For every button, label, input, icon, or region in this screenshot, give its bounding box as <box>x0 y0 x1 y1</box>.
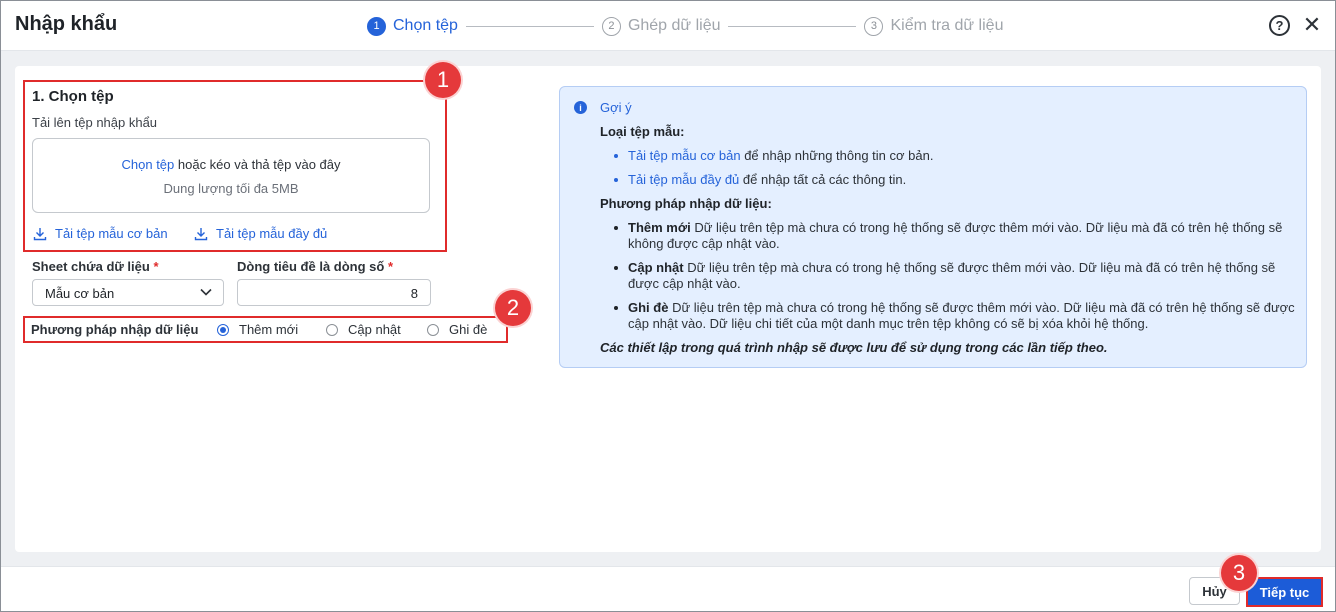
method-desc: Dữ liệu trên tệp mà chưa có trong hệ thố… <box>628 300 1295 331</box>
download-basic-template-link[interactable]: Tải tệp mẫu cơ bản <box>33 226 168 241</box>
chevron-down-icon <box>200 288 212 296</box>
dialog-title: Nhập khẩu <box>15 13 118 35</box>
sheet-select[interactable]: Mẫu cơ bản <box>32 279 224 306</box>
dialog-footer <box>1 566 1335 611</box>
radio-label: Thêm mới <box>239 322 299 337</box>
section-subtitle: Tải lên tệp nhập khẩu <box>32 115 158 130</box>
dialog-header: Nhập khẩu 1 Chọn tệp 2 Ghép dữ liệu 3 Ki… <box>1 1 1335 51</box>
method-term: Cập nhật <box>628 260 684 275</box>
step-choose-file: 1 Chọn tệp <box>367 16 458 36</box>
question-circle-icon[interactable]: ? <box>1269 15 1290 36</box>
download-basic-label: Tải tệp mẫu cơ bản <box>55 226 168 241</box>
template-heading: Loại tệp mẫu: <box>600 124 685 139</box>
hint-note: Các thiết lập trong quá trình nhập sẽ đư… <box>600 340 1108 355</box>
stepper: 1 Chọn tệp 2 Ghép dữ liệu 3 Kiểm tra dữ … <box>367 14 1003 38</box>
hint-method-item: Cập nhật Dữ liệu trên tệp mà chưa có tro… <box>628 260 1298 292</box>
step-label: Kiểm tra dữ liệu <box>890 17 1004 34</box>
import-method-label: Phương pháp nhập dữ liệu <box>31 322 199 337</box>
list-bullet <box>614 266 618 270</box>
sheet-label-text: Sheet chứa dữ liệu <box>32 259 150 274</box>
radio-overwrite[interactable]: Ghi đè <box>427 322 487 337</box>
annotation-badge-2: 2 <box>495 290 531 326</box>
radio-add-new[interactable]: Thêm mới <box>217 322 298 337</box>
section-title: 1. Chọn tệp <box>32 88 114 105</box>
hint-title: Gợi ý <box>600 100 632 115</box>
step-connector <box>465 25 594 27</box>
header-row-label-text: Dòng tiêu đề là dòng số <box>237 259 385 274</box>
list-bullet <box>614 178 618 182</box>
step-label: Chọn tệp <box>393 17 458 34</box>
method-desc: Dữ liệu trên tệp mà chưa có trong hệ thố… <box>628 260 1276 291</box>
annotation-badge-1: 1 <box>425 62 461 98</box>
header-row-input[interactable]: 8 <box>237 279 431 306</box>
sheet-select-value: Mẫu cơ bản <box>45 286 115 301</box>
dropzone-limit: Dung lượng tối đa 5MB <box>163 181 299 196</box>
step-number: 1 <box>367 16 386 36</box>
header-row-label: Dòng tiêu đề là dòng số * <box>237 259 393 274</box>
step-label: Ghép dữ liệu <box>627 17 721 34</box>
dropzone-text: hoặc kéo và thả tệp vào đây <box>174 157 341 172</box>
step-map-data: 2 Ghép dữ liệu <box>601 16 721 36</box>
required-mark: * <box>387 259 394 274</box>
choose-file-link[interactable]: Chọn tệp <box>122 157 175 172</box>
step-check-data: 3 Kiểm tra dữ liệu <box>864 16 1004 36</box>
radio-label: Cập nhật <box>348 322 401 337</box>
download-full-template-link[interactable]: Tải tệp mẫu đầy đủ <box>194 226 327 241</box>
method-heading: Phương pháp nhập dữ liệu: <box>600 196 772 211</box>
step-number: 3 <box>864 16 884 36</box>
hint-template-item: Tải tệp mẫu cơ bản để nhập những thông t… <box>628 148 1298 164</box>
hint-item-text: để nhập tất cả các thông tin. <box>739 172 907 187</box>
method-term: Ghi đè <box>628 300 669 315</box>
file-dropzone[interactable]: Chọn tệp hoặc kéo và thả tệp vào đây Dun… <box>32 138 430 213</box>
method-term: Thêm mới <box>628 220 691 235</box>
list-bullet <box>614 226 618 230</box>
hint-basic-template-link[interactable]: Tải tệp mẫu cơ bản <box>628 148 741 163</box>
annotation-badge-3: 3 <box>1221 555 1257 591</box>
download-full-label: Tải tệp mẫu đầy đủ <box>216 226 328 241</box>
hint-method-item: Ghi đè Dữ liệu trên tệp mà chưa có trong… <box>628 300 1298 332</box>
radio-dot <box>217 323 229 336</box>
step-number: 2 <box>601 16 621 36</box>
download-icon <box>194 227 208 240</box>
hint-full-template-link[interactable]: Tải tệp mẫu đầy đủ <box>628 172 739 187</box>
sheet-label: Sheet chứa dữ liệu * <box>32 259 159 274</box>
radio-label: Ghi đè <box>449 322 488 337</box>
list-bullet <box>614 154 618 158</box>
next-button[interactable]: Tiếp tục <box>1246 577 1323 607</box>
step-connector <box>728 25 857 27</box>
hint-method-item: Thêm mới Dữ liệu trên tệp mà chưa có tro… <box>628 220 1298 252</box>
info-icon: i <box>574 101 587 114</box>
method-desc: Dữ liệu trên tệp mà chưa có trong hệ thố… <box>628 220 1283 251</box>
radio-update[interactable]: Cập nhật <box>326 322 401 337</box>
list-bullet <box>614 306 618 310</box>
radio-dot <box>427 323 439 336</box>
hint-item-text: để nhập những thông tin cơ bản. <box>740 148 934 163</box>
required-mark: * <box>153 259 159 274</box>
radio-dot <box>326 323 338 336</box>
hint-template-item: Tải tệp mẫu đầy đủ để nhập tất cả các th… <box>628 172 1298 188</box>
download-icon <box>33 227 47 240</box>
close-icon[interactable]: ✕ <box>1301 14 1323 36</box>
dropzone-instruction: Chọn tệp hoặc kéo và thả tệp vào đây <box>33 157 429 172</box>
